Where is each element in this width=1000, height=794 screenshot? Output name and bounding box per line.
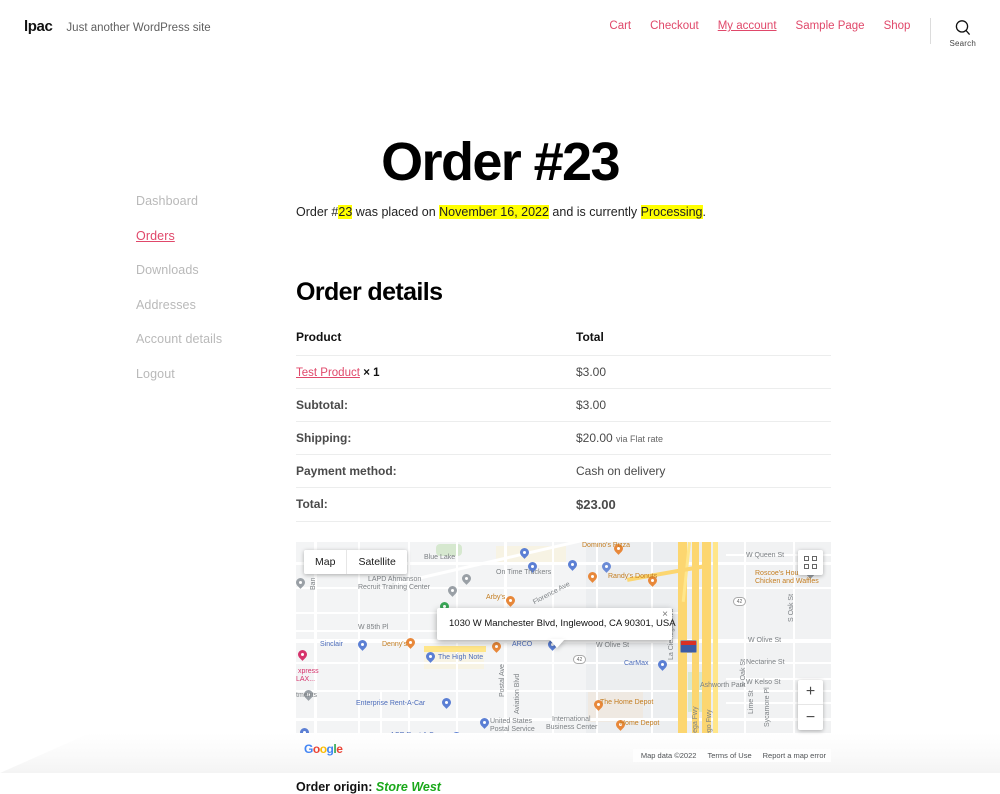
row-label-total: Total: <box>296 487 576 523</box>
table-row: Test Product × 1 $3.00 <box>296 355 831 390</box>
nav-link-cart[interactable]: Cart <box>609 20 631 32</box>
map-pin[interactable] <box>448 586 457 598</box>
account-sidebar-nav: Dashboard Orders Downloads Addresses Acc… <box>136 190 296 794</box>
zoom-in-button[interactable]: + <box>798 680 823 706</box>
map-type-button-map[interactable]: Map <box>304 550 347 575</box>
map-pin[interactable] <box>442 698 451 710</box>
map-pin[interactable] <box>658 660 667 672</box>
footer-band <box>0 733 1000 773</box>
terms-of-use-link[interactable]: Terms of Use <box>707 751 751 760</box>
row-value-total: $23.00 <box>576 487 831 523</box>
status-mid2: and is currently <box>548 204 641 219</box>
account-content: Order #23 was placed on November 16, 202… <box>296 190 831 794</box>
map-pin[interactable] <box>406 638 415 650</box>
row-value-subtotal: $3.00 <box>576 388 831 423</box>
sidebar-item-logout[interactable]: Logout <box>136 367 296 381</box>
site-header: lpac Just another WordPress site Cart Ch… <box>0 0 1000 56</box>
table-row-total: Total: $23.00 <box>296 487 831 523</box>
map-pin[interactable] <box>492 642 501 654</box>
close-icon[interactable]: × <box>662 610 668 620</box>
search-button[interactable]: Search <box>949 18 976 48</box>
order-origin: Order origin: Store West <box>296 780 831 794</box>
map-pin[interactable] <box>462 574 471 586</box>
order-origin-value: Store West <box>375 780 441 794</box>
sidebar-item-downloads[interactable]: Downloads <box>136 263 296 277</box>
zoom-out-button[interactable]: − <box>798 705 823 730</box>
sidebar-item-account-details[interactable]: Account details <box>136 332 296 346</box>
table-row: Subtotal: $3.00 <box>296 388 831 423</box>
map-pin[interactable] <box>358 640 367 652</box>
product-link[interactable]: Test Product <box>296 367 360 379</box>
row-label-subtotal: Subtotal: <box>296 388 576 423</box>
map-address-text: 1030 W Manchester Blvd, Inglewood, CA 90… <box>449 618 676 630</box>
column-header-product: Product <box>296 330 576 357</box>
sidebar-item-dashboard[interactable]: Dashboard <box>136 194 296 208</box>
nav-link-shop[interactable]: Shop <box>884 20 911 32</box>
shipping-method-note: via Flat rate <box>616 434 664 445</box>
status-badge: Processing <box>640 204 703 219</box>
table-head: Product Total <box>296 330 831 357</box>
map-pin[interactable] <box>588 572 597 584</box>
nav-link-sample-page[interactable]: Sample Page <box>796 20 865 32</box>
status-order-date: November 16, 2022 <box>439 204 549 219</box>
map-pin[interactable] <box>506 596 515 608</box>
product-quantity: × 1 <box>363 367 380 380</box>
row-label-shipping: Shipping: <box>296 421 576 456</box>
map-pin[interactable] <box>298 650 307 662</box>
order-details-heading: Order details <box>296 278 443 307</box>
order-status-line: Order #23 was placed on November 16, 202… <box>296 203 831 222</box>
sidebar-item-addresses[interactable]: Addresses <box>136 298 296 312</box>
nav-link-my-account[interactable]: My account <box>718 20 777 32</box>
search-icon <box>953 18 973 38</box>
order-origin-label: Order origin: <box>296 780 373 794</box>
table-header-row: Product Total <box>296 330 831 357</box>
map-pin[interactable] <box>480 718 489 730</box>
row-label-payment-method: Payment method: <box>296 454 576 489</box>
status-suffix: . <box>702 204 706 219</box>
map-type-button-satellite[interactable]: Satellite <box>346 550 407 575</box>
page-title: Order #23 <box>381 132 620 193</box>
column-header-total: Total <box>576 330 831 357</box>
report-map-error-link[interactable]: Report a map error <box>763 751 826 760</box>
main-nav: Cart Checkout My account Sample Page Sho… <box>609 18 910 32</box>
map-data-attribution: Map data ©2022 <box>640 751 697 761</box>
status-order-number: 23 <box>338 204 353 219</box>
map-canvas[interactable]: 42 42 Blue Lake On Time Truckers Domino'… <box>296 542 831 763</box>
map-zoom-control: + − <box>798 680 823 731</box>
row-value-shipping: $20.00 via Flat rate <box>576 421 831 456</box>
google-logo: Google <box>304 742 343 757</box>
map-attribution-footer: Map data ©2022 Terms of Use Report a map… <box>632 749 831 763</box>
shipping-amount: $20.00 <box>576 431 613 446</box>
brand-block: lpac Just another WordPress site <box>24 18 211 35</box>
map-type-control: Map Satellite <box>304 550 407 575</box>
table-body: Test Product × 1 $3.00 Subtotal: $3.00 S… <box>296 355 831 523</box>
table-row: Payment method: Cash on delivery <box>296 454 831 489</box>
map-pin[interactable] <box>520 548 529 560</box>
header-right: Cart Checkout My account Sample Page Sho… <box>609 18 976 48</box>
map-pin[interactable] <box>568 560 577 572</box>
nav-link-checkout[interactable]: Checkout <box>650 20 699 32</box>
info-window-tail <box>549 639 565 649</box>
account-layout: Dashboard Orders Downloads Addresses Acc… <box>0 190 1000 794</box>
map-info-window: × 1030 W Manchester Blvd, Inglewood, CA … <box>437 608 676 649</box>
product-total: $3.00 <box>576 355 831 390</box>
map-pin[interactable] <box>426 652 435 664</box>
search-label: Search <box>949 39 976 48</box>
status-mid: was placed on <box>352 204 440 219</box>
sidebar-item-orders[interactable]: Orders <box>136 229 296 243</box>
status-prefix: Order # <box>296 204 339 219</box>
row-value-payment-method: Cash on delivery <box>576 454 831 489</box>
order-details-table: Product Total Test Product × 1 $3.00 Sub… <box>296 330 831 523</box>
table-row: Shipping: $20.00 via Flat rate <box>296 421 831 456</box>
fullscreen-icon[interactable] <box>798 550 823 576</box>
map-pin[interactable] <box>296 578 305 590</box>
site-logo[interactable]: lpac <box>24 18 53 35</box>
product-cell: Test Product × 1 <box>296 355 576 390</box>
nav-divider <box>930 18 932 44</box>
site-tagline: Just another WordPress site <box>66 22 211 34</box>
order-location-map[interactable]: 42 42 Blue Lake On Time Truckers Domino'… <box>296 542 831 763</box>
